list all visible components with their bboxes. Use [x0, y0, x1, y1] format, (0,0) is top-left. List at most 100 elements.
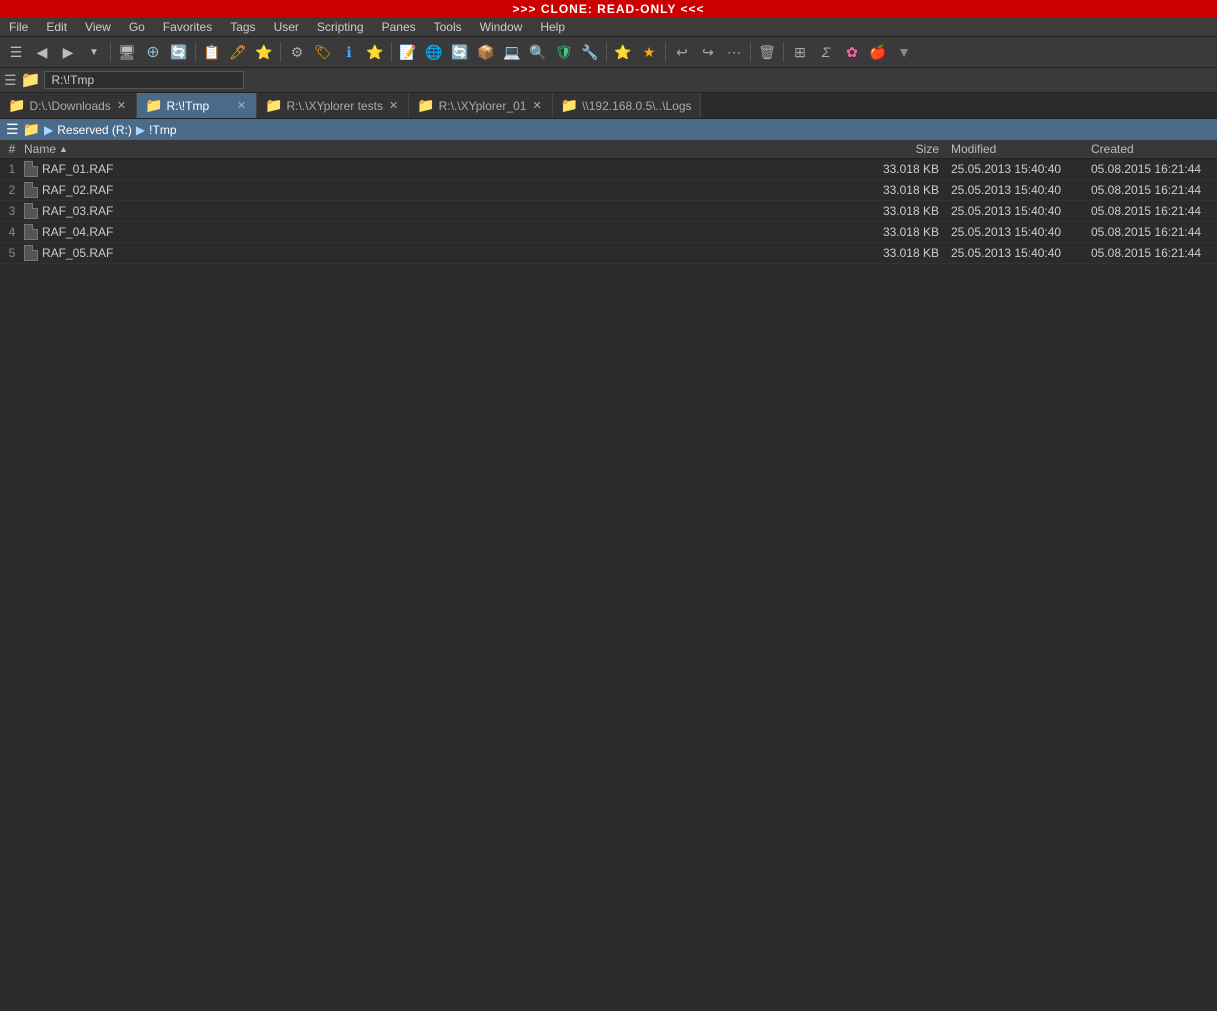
menubar-item-window[interactable]: Window [475, 19, 528, 35]
breadcrumb-sep2: ▶ [136, 123, 145, 137]
star-badge-icon[interactable]: ⭐ [252, 40, 276, 64]
breadcrumb-sep1: ▶ [44, 123, 53, 137]
gear-icon[interactable]: ⚙ [285, 40, 309, 64]
sep3 [280, 42, 281, 62]
sync-icon[interactable]: 🔄 [448, 40, 472, 64]
addressbar: ☰ 📁 [0, 68, 1217, 93]
upload-icon[interactable]: 📦 [474, 40, 498, 64]
tab-close-button[interactable]: ✕ [530, 99, 543, 112]
menubar-item-edit[interactable]: Edit [41, 19, 72, 35]
menubar-item-tags[interactable]: Tags [225, 19, 260, 35]
row-created: 05.08.2015 16:21:44 [1087, 246, 1217, 260]
wrench-icon[interactable]: 🔧 [578, 40, 602, 64]
delete-icon[interactable]: 🗑 [755, 40, 779, 64]
col-header-size[interactable]: Size [867, 142, 947, 156]
menubar-item-go[interactable]: Go [124, 19, 150, 35]
more-icon[interactable]: ⋯ [722, 40, 746, 64]
row-size: 33.018 KB [867, 246, 947, 260]
row-num: 2 [0, 183, 20, 197]
table-row[interactable]: 5 RAF_05.RAF 33.018 KB 25.05.2013 15:40:… [0, 243, 1217, 264]
tab-5[interactable]: 📁 \\192.168.0.5\..\Logs [553, 93, 701, 118]
row-size: 33.018 KB [867, 183, 947, 197]
menubar-item-help[interactable]: Help [535, 19, 570, 35]
file-icon [24, 224, 38, 240]
breadcrumb-folder-icon: 📁 [23, 121, 40, 138]
menubar-item-scripting[interactable]: Scripting [312, 19, 369, 35]
breadcrumb-bar: ☰ 📁 ▶ Reserved (R:) ▶ !Tmp [0, 119, 1217, 140]
pencil-icon[interactable]: 🖊 [226, 40, 250, 64]
grid-icon[interactable]: ⊞ [788, 40, 812, 64]
favorites-icon[interactable]: ⭐ [611, 40, 635, 64]
row-num: 1 [0, 162, 20, 176]
forward-button[interactable]: ▶ [56, 40, 80, 64]
dropdown-icon[interactable]: ▼ [892, 40, 916, 64]
info-icon[interactable]: ℹ [337, 40, 361, 64]
clipboard-icon[interactable]: 📋 [200, 40, 224, 64]
file-name: RAF_03.RAF [42, 204, 113, 218]
sep2 [195, 42, 196, 62]
edit-icon[interactable]: 📝 [396, 40, 420, 64]
table-row[interactable]: 2 RAF_02.RAF 33.018 KB 25.05.2013 15:40:… [0, 180, 1217, 201]
tab-4[interactable]: 📁R:\.\XYplorer_01✕ [409, 93, 552, 118]
menubar-item-file[interactable]: File [4, 19, 33, 35]
file-list: 1 RAF_01.RAF 33.018 KB 25.05.2013 15:40:… [0, 159, 1217, 264]
globe-icon[interactable]: 🌐 [422, 40, 446, 64]
menubar-item-panes[interactable]: Panes [377, 19, 421, 35]
file-name: RAF_02.RAF [42, 183, 113, 197]
crosshair-icon[interactable]: ⊕ [141, 40, 165, 64]
tab-folder-icon: 📁 [561, 97, 578, 114]
star3-icon[interactable]: ★ [637, 40, 661, 64]
table-row[interactable]: 3 RAF_03.RAF 33.018 KB 25.05.2013 15:40:… [0, 201, 1217, 222]
col-header-num[interactable]: # [0, 142, 20, 156]
breadcrumb-menu-icon[interactable]: ☰ [6, 121, 19, 138]
sep4 [391, 42, 392, 62]
menu-icon[interactable]: ☰ [4, 40, 28, 64]
tab-close-button[interactable]: ✕ [387, 99, 400, 112]
computer-icon[interactable]: 💻 [500, 40, 524, 64]
menubar-item-favorites[interactable]: Favorites [158, 19, 217, 35]
tab-1[interactable]: 📁D:\.\Downloads✕ [0, 93, 137, 118]
tab-2[interactable]: 📁R:\!Tmp✕ [137, 93, 257, 118]
col-header-created[interactable]: Created [1087, 142, 1217, 156]
refresh-icon[interactable]: 🔄 [167, 40, 191, 64]
star2-icon[interactable]: ⭐ [363, 40, 387, 64]
apple-icon[interactable]: 🍎 [866, 40, 890, 64]
row-modified: 25.05.2013 15:40:40 [947, 225, 1087, 239]
file-icon [24, 182, 38, 198]
addressbar-menu-icon[interactable]: ☰ [4, 72, 17, 89]
back-button[interactable]: ◀ [30, 40, 54, 64]
row-created: 05.08.2015 16:21:44 [1087, 204, 1217, 218]
shield-icon[interactable]: 🛡 [552, 40, 576, 64]
tag-icon[interactable]: 🏷 [311, 40, 335, 64]
monitor-icon[interactable]: 🖥 [115, 40, 139, 64]
sigma-icon[interactable]: Σ [814, 40, 838, 64]
tab-label: R:\!Tmp [166, 99, 209, 113]
row-created: 05.08.2015 16:21:44 [1087, 162, 1217, 176]
menubar-item-user[interactable]: User [269, 19, 304, 35]
sep6 [665, 42, 666, 62]
tab-close-button[interactable]: ✕ [235, 99, 248, 112]
tab-label: \\192.168.0.5\..\Logs [582, 99, 691, 113]
row-num: 4 [0, 225, 20, 239]
down-button[interactable]: ▼ [82, 40, 106, 64]
col-header-modified[interactable]: Modified [947, 142, 1087, 156]
file-name: RAF_04.RAF [42, 225, 113, 239]
breadcrumb-item-tmp[interactable]: !Tmp [149, 123, 176, 137]
table-row[interactable]: 4 RAF_04.RAF 33.018 KB 25.05.2013 15:40:… [0, 222, 1217, 243]
table-row[interactable]: 1 RAF_01.RAF 33.018 KB 25.05.2013 15:40:… [0, 159, 1217, 180]
menubar-item-view[interactable]: View [80, 19, 116, 35]
clone-banner: >>> CLONE: READ-ONLY <<< [0, 0, 1217, 18]
breadcrumb-item-reserved[interactable]: Reserved (R:) [57, 123, 132, 137]
col-header-name[interactable]: Name ▲ [20, 142, 867, 156]
tab-3[interactable]: 📁R:\.\XYplorer tests✕ [257, 93, 409, 118]
row-name: RAF_03.RAF [20, 203, 867, 219]
sep1 [110, 42, 111, 62]
flower-icon[interactable]: ✿ [840, 40, 864, 64]
addressbar-input[interactable] [44, 71, 244, 89]
redo-icon[interactable]: ↪ [696, 40, 720, 64]
undo-icon[interactable]: ↩ [670, 40, 694, 64]
menubar-item-tools[interactable]: Tools [429, 19, 467, 35]
tab-close-button[interactable]: ✕ [115, 99, 128, 112]
search-icon[interactable]: 🔍 [526, 40, 550, 64]
row-modified: 25.05.2013 15:40:40 [947, 183, 1087, 197]
